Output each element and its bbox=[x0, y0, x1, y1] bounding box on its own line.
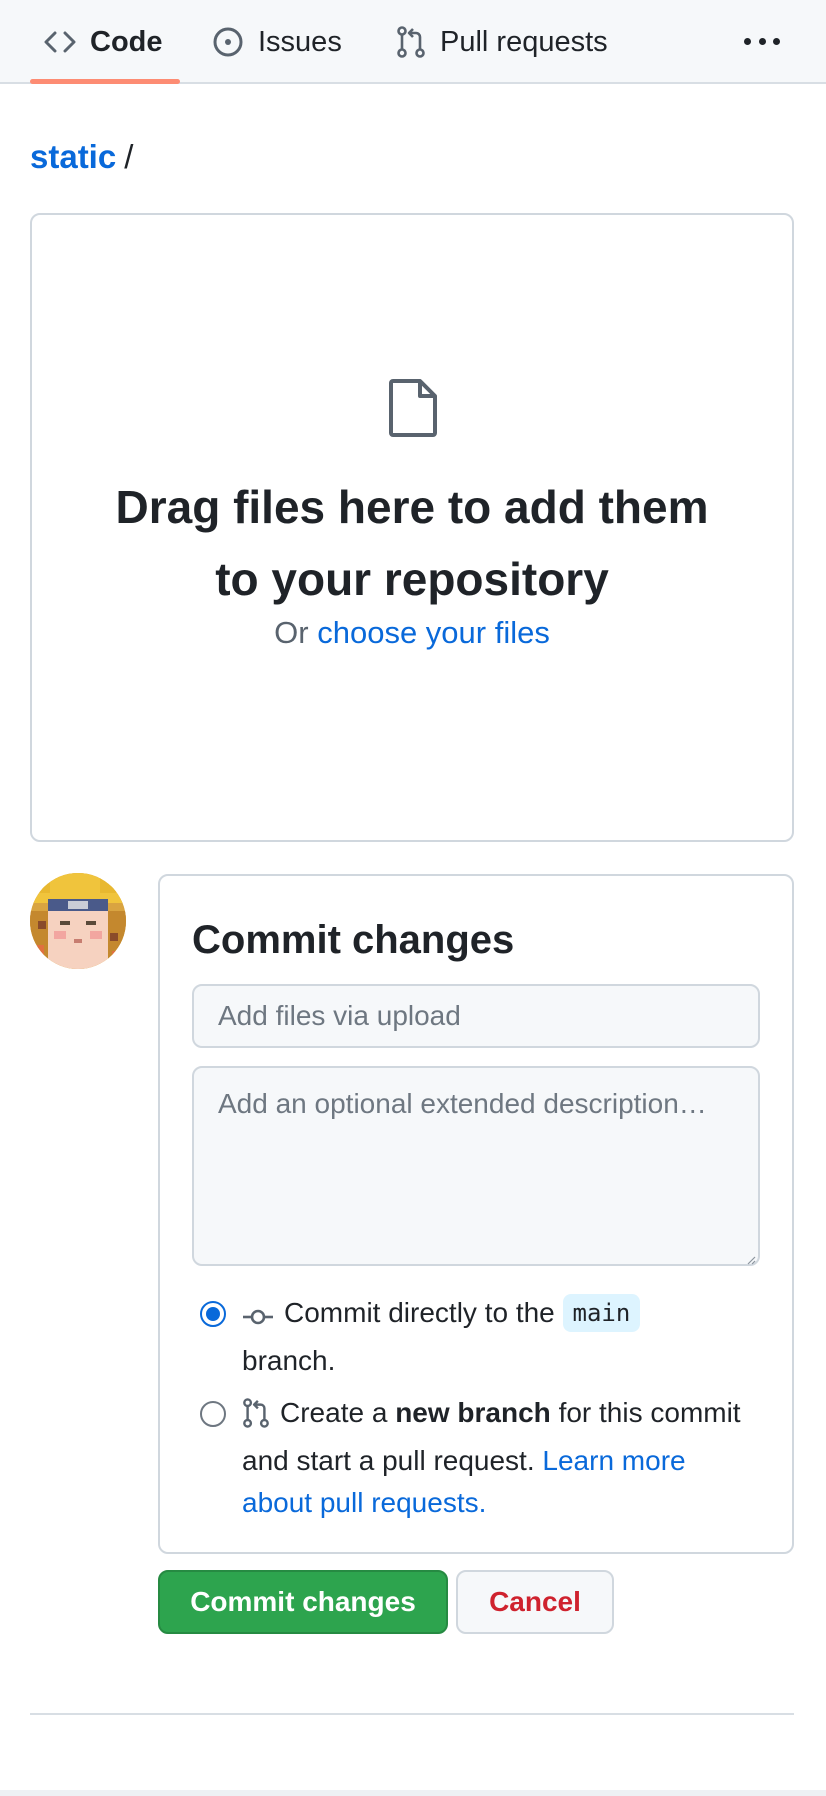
divider bbox=[30, 1713, 794, 1715]
dropzone-title: Drag files here to add them to your repo… bbox=[32, 471, 792, 615]
new-branch-text-before: Create a bbox=[280, 1397, 388, 1428]
repo-nav: Code Issues Pull requests bbox=[0, 0, 826, 84]
file-icon bbox=[388, 378, 438, 443]
new-branch-bold: new branch bbox=[395, 1397, 551, 1428]
new-branch-option[interactable]: Create a new branch for this commit and … bbox=[242, 1392, 752, 1524]
commit-panel: Commit changes Commit directly to the ma… bbox=[158, 874, 794, 1554]
cancel-button[interactable]: Cancel bbox=[456, 1570, 614, 1634]
dropzone-subtitle: Or choose your files bbox=[32, 615, 792, 651]
branch-name-badge: main bbox=[562, 1294, 641, 1332]
file-dropzone[interactable]: Drag files here to add them to your repo… bbox=[30, 213, 794, 842]
commit-direct-option[interactable]: Commit directly to the main branch. bbox=[242, 1292, 752, 1382]
dropzone-title-line1: Drag files here to add them bbox=[115, 481, 709, 533]
dropzone-or-text: Or bbox=[274, 615, 309, 650]
breadcrumb-folder-link[interactable]: static bbox=[30, 138, 116, 175]
commit-changes-button[interactable]: Commit changes bbox=[158, 1570, 448, 1634]
commit-description-input[interactable] bbox=[192, 1066, 760, 1266]
tab-pull-requests-label: Pull requests bbox=[440, 25, 608, 58]
issue-opened-icon bbox=[212, 26, 244, 58]
kebab-horizontal-icon[interactable] bbox=[740, 26, 784, 56]
commit-direct-text: Commit directly to the bbox=[284, 1297, 555, 1328]
avatar[interactable] bbox=[30, 873, 126, 969]
git-commit-icon bbox=[242, 1298, 274, 1340]
dropzone-title-line2: to your repository bbox=[215, 553, 609, 605]
choose-files-link[interactable]: choose your files bbox=[317, 615, 550, 650]
code-icon bbox=[44, 29, 76, 55]
commit-summary-input[interactable] bbox=[192, 984, 760, 1048]
tab-code[interactable]: Code bbox=[44, 0, 163, 84]
tab-pull-requests[interactable]: Pull requests bbox=[396, 0, 608, 84]
tab-code-label: Code bbox=[90, 25, 163, 58]
selected-tab-indicator bbox=[30, 79, 180, 84]
new-branch-radio[interactable] bbox=[200, 1401, 226, 1427]
footer-strip bbox=[0, 1790, 826, 1796]
commit-direct-radio[interactable] bbox=[200, 1301, 226, 1327]
tab-issues[interactable]: Issues bbox=[212, 0, 342, 84]
git-pull-request-icon bbox=[396, 26, 426, 58]
commit-direct-text-after: branch. bbox=[242, 1345, 336, 1376]
resize-handle-icon[interactable] bbox=[746, 1252, 756, 1265]
tab-issues-label: Issues bbox=[258, 25, 342, 58]
commit-title: Commit changes bbox=[192, 918, 515, 962]
breadcrumb: static / bbox=[30, 138, 133, 176]
breadcrumb-separator: / bbox=[124, 138, 134, 175]
git-pull-request-icon bbox=[242, 1398, 270, 1440]
